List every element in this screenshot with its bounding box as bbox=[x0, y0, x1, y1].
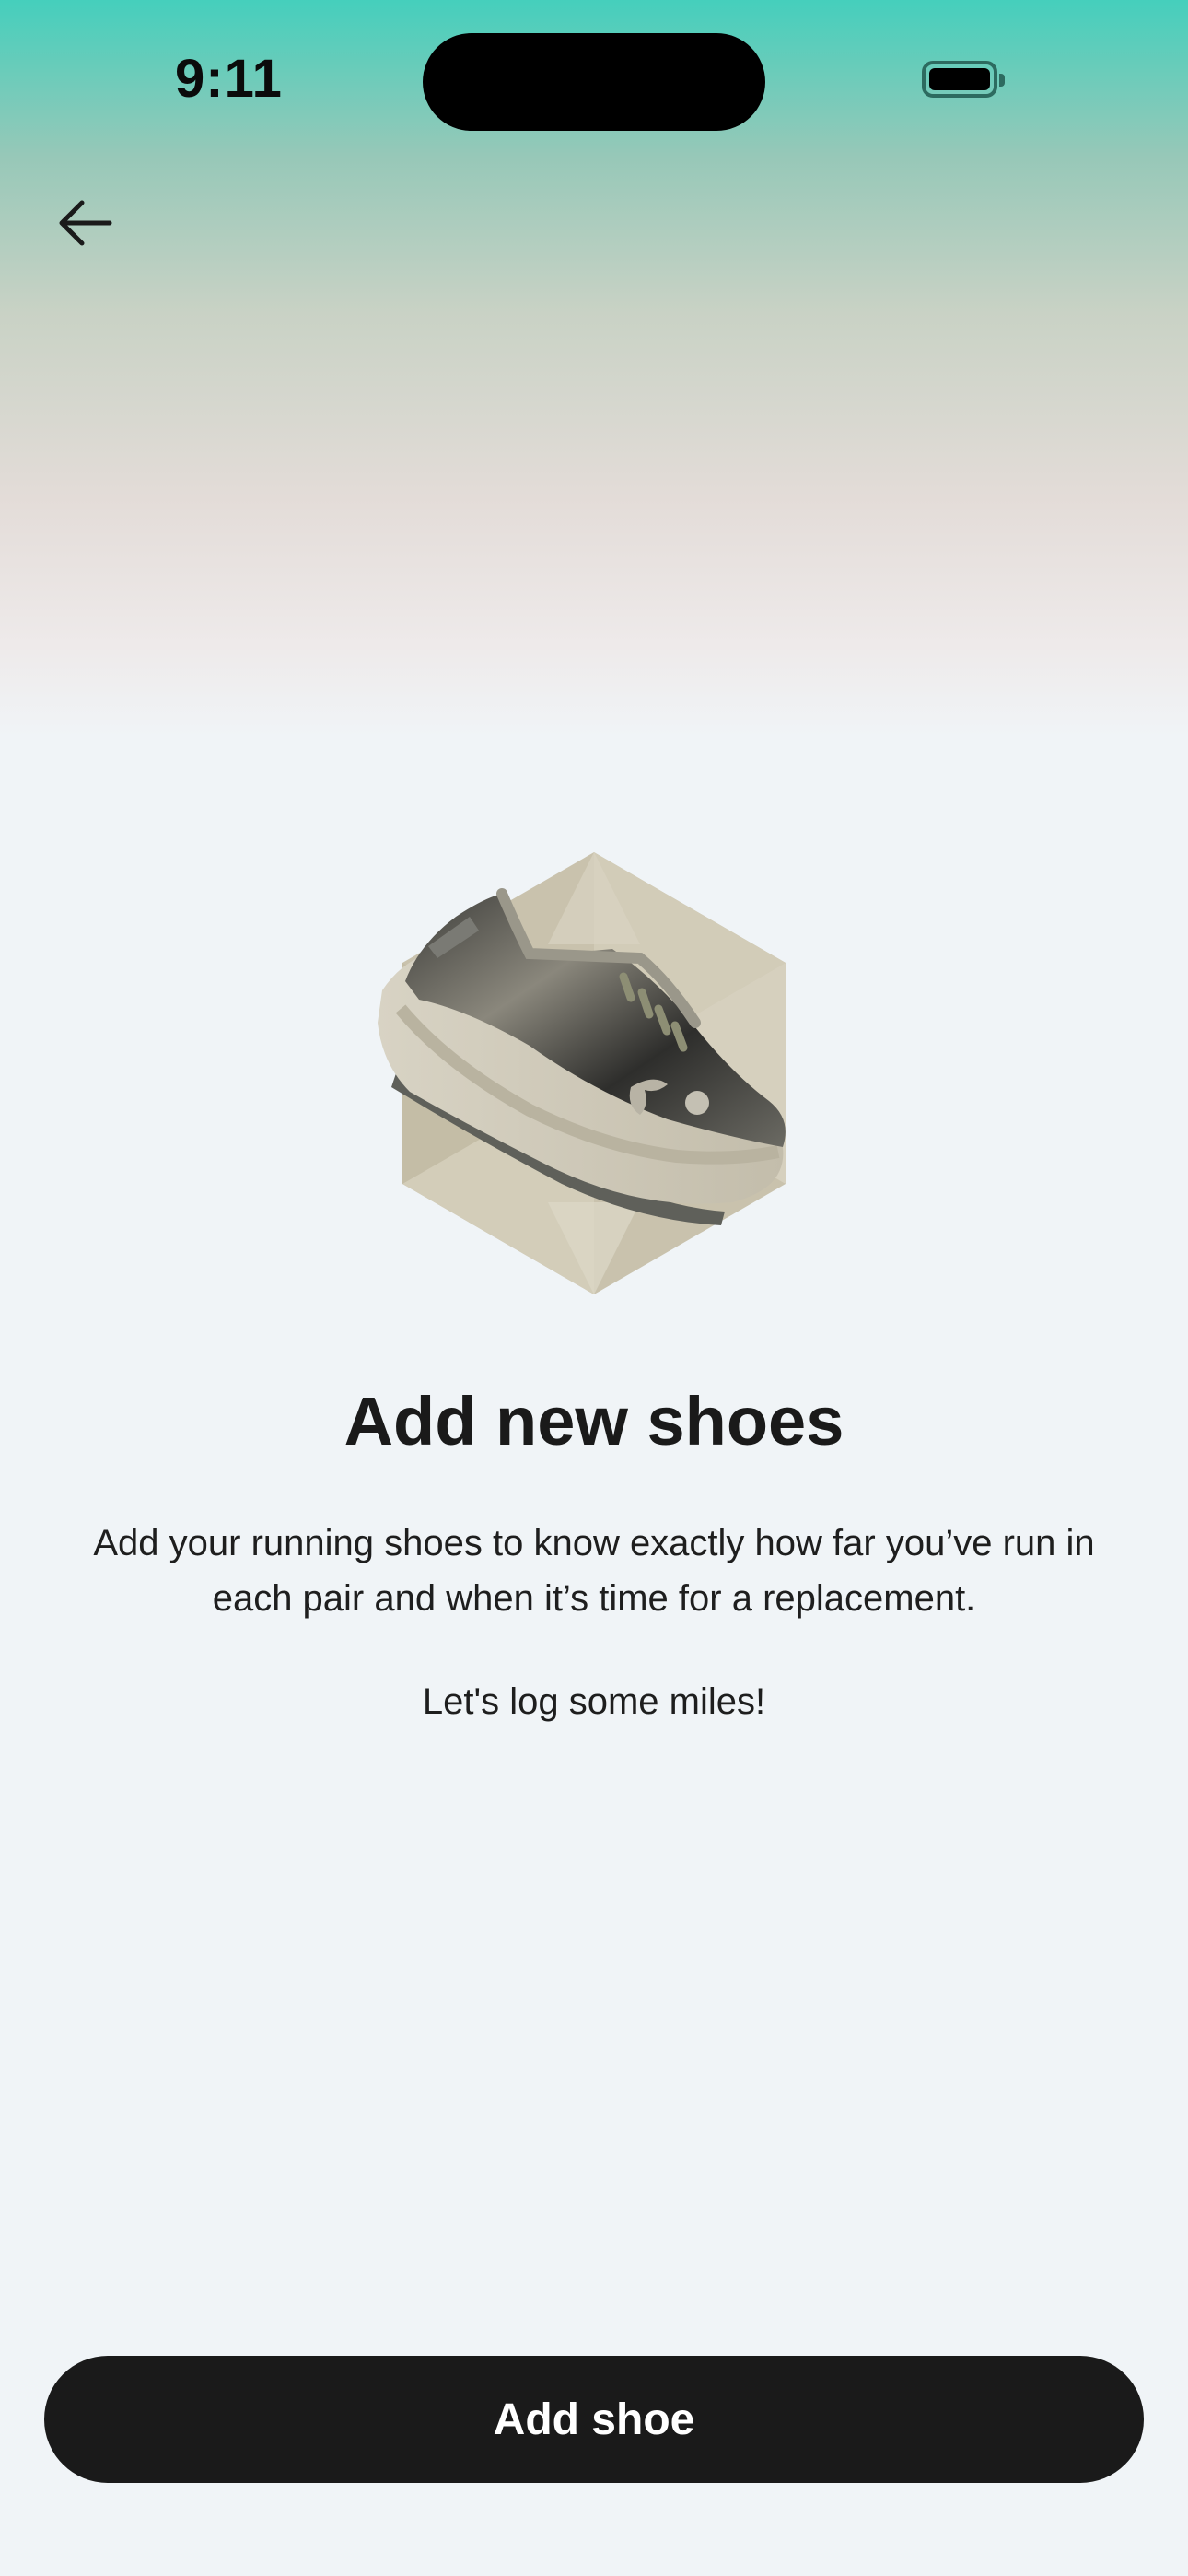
page-title: Add new shoes bbox=[344, 1383, 844, 1459]
status-time: 9:11 bbox=[175, 49, 283, 109]
add-shoe-button[interactable]: Add shoe bbox=[44, 2356, 1144, 2483]
description-text: Add your running shoes to know exactly h… bbox=[93, 1523, 1095, 1619]
running-shoe-illustration bbox=[378, 852, 786, 1294]
cta-text: Let's log some miles! bbox=[422, 1681, 766, 1722]
arrow-left-icon bbox=[59, 200, 112, 246]
back-button[interactable] bbox=[46, 184, 123, 262]
battery-icon bbox=[922, 61, 1005, 98]
dynamic-island bbox=[423, 33, 765, 131]
